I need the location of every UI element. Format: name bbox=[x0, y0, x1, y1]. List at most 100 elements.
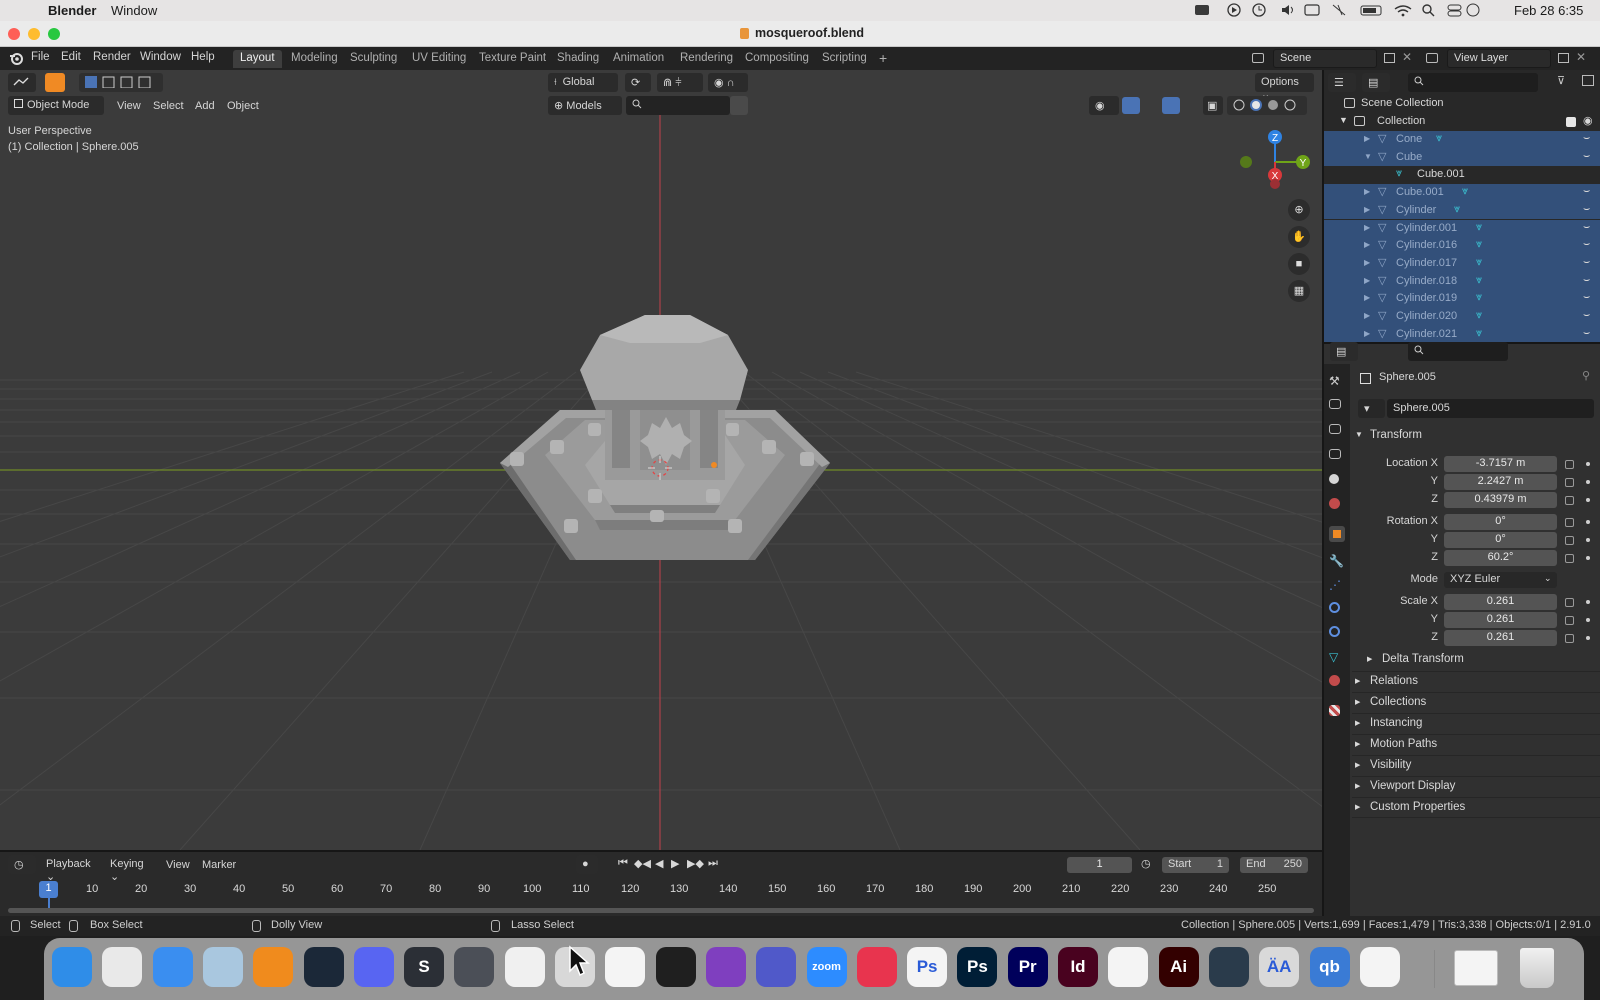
discord-app[interactable] bbox=[353, 947, 394, 987]
photoshop-app[interactable]: Ps bbox=[957, 947, 998, 987]
tab-rendering[interactable]: Rendering bbox=[673, 50, 740, 68]
modifier-tab-icon[interactable]: 🔧 bbox=[1329, 554, 1345, 570]
menu-file[interactable]: File bbox=[31, 51, 50, 63]
proportional-editing-toggle[interactable]: ◉ ∩ bbox=[708, 73, 748, 92]
expand-arrow-icon[interactable]: ▶ bbox=[1364, 240, 1370, 249]
location-z-field[interactable]: 0.43979 m bbox=[1444, 492, 1557, 508]
keyframe-dot-icon[interactable] bbox=[1586, 600, 1590, 604]
navigation-gizmo[interactable]: Z Y X bbox=[1232, 128, 1312, 198]
scale-y-field[interactable]: 0.261 bbox=[1444, 612, 1557, 628]
timeline-editor-type-button[interactable]: ◷ bbox=[8, 855, 36, 874]
outliner-panel[interactable]: ☰ ▤ ⊽ Scene Collection ▼ Collection ◉ ▶ … bbox=[1322, 70, 1600, 342]
qbittorrent-app[interactable]: qb bbox=[1309, 947, 1350, 987]
keyframe-dot-icon[interactable] bbox=[1586, 520, 1590, 524]
tab-sculpting[interactable]: Sculpting bbox=[343, 50, 404, 68]
close-window-button[interactable] bbox=[8, 28, 20, 40]
outliner-item-row[interactable]: ▶ ▽ Cube.001 ⩔ ⌣ bbox=[1324, 184, 1600, 202]
gizmo-toggle[interactable] bbox=[1122, 97, 1140, 114]
hide-eye-icon[interactable]: ⌣ bbox=[1583, 327, 1590, 340]
tool-tab-icon[interactable]: ⚒ bbox=[1329, 374, 1345, 390]
photoshop-express-app[interactable]: Ps bbox=[907, 947, 948, 987]
scene-icon[interactable] bbox=[1252, 53, 1264, 63]
selection-mode-buttons[interactable] bbox=[79, 73, 163, 92]
properties-search-input[interactable] bbox=[1408, 342, 1508, 361]
hide-eye-icon[interactable]: ⌣ bbox=[1583, 185, 1590, 198]
hide-eye-icon[interactable]: ⌣ bbox=[1583, 274, 1590, 287]
properties-panel[interactable]: ▤ ⚒ 🔧 ⋰ ▽ Sphere.005 ⚲ ▾ Sphere.005 ▼ Tr… bbox=[1322, 342, 1600, 916]
tab-layout[interactable]: Layout bbox=[233, 50, 282, 68]
timeline-frame-ruler[interactable]: 1 10 20 30 40 50 60 70 80 90 100 110 120… bbox=[0, 880, 1322, 902]
relations-panel-header[interactable]: ▶ Relations bbox=[1352, 671, 1600, 692]
collapse-arrow-icon[interactable]: ▼ bbox=[1339, 115, 1348, 125]
font-book-app[interactable]: ÄA bbox=[1259, 947, 1300, 987]
launchpad-app[interactable] bbox=[102, 947, 143, 987]
perspective-toggle-icon[interactable]: ▦ bbox=[1288, 280, 1310, 302]
keyframe-dot-icon[interactable] bbox=[1586, 636, 1590, 640]
outliner-collection-row[interactable]: ▼ Collection ◉ bbox=[1324, 113, 1600, 131]
filter-icon[interactable]: ⊽ bbox=[1557, 74, 1565, 87]
collections-panel-header[interactable]: ▶ Collections bbox=[1352, 692, 1600, 713]
keying-menu[interactable]: Keying ⌄ bbox=[104, 855, 158, 883]
visibility-panel-header[interactable]: ▶ Visibility bbox=[1352, 755, 1600, 776]
expand-arrow-icon[interactable]: ▶ bbox=[1364, 223, 1370, 232]
tab-shading[interactable]: Shading bbox=[550, 50, 606, 68]
editor-type-button[interactable] bbox=[8, 73, 36, 92]
outliner-editor-type-button[interactable]: ☰ bbox=[1328, 73, 1356, 92]
transform-panel-header[interactable]: ▼ Transform bbox=[1352, 426, 1600, 447]
delta-transform-subpanel[interactable]: ▶ Delta Transform bbox=[1364, 650, 1600, 671]
viewport-menu-add[interactable]: Add bbox=[195, 100, 215, 112]
unity-app[interactable] bbox=[454, 947, 495, 987]
tab-compositing[interactable]: Compositing bbox=[738, 50, 816, 68]
pin-icon[interactable]: ⚲ bbox=[1582, 369, 1590, 382]
viewport-menu-object[interactable]: Object bbox=[227, 100, 259, 112]
outliner-search-input[interactable] bbox=[1408, 73, 1538, 92]
remove-view-layer-icon[interactable]: ✕ bbox=[1576, 50, 1586, 64]
collapse-arrow-icon[interactable]: ▼ bbox=[1364, 152, 1372, 161]
scene-tab-icon[interactable] bbox=[1329, 474, 1339, 484]
record-button[interactable]: ● bbox=[576, 855, 598, 874]
timeline-scrollbar[interactable] bbox=[8, 908, 1314, 913]
jump-to-start-icon[interactable]: ⏮ bbox=[618, 857, 628, 870]
menu-render[interactable]: Render bbox=[93, 51, 131, 63]
pan-view-icon[interactable]: ✋ bbox=[1288, 226, 1310, 248]
menu-edit[interactable]: Edit bbox=[61, 51, 81, 63]
blender-logo-icon[interactable] bbox=[9, 52, 23, 65]
preview-app[interactable] bbox=[202, 947, 243, 987]
github-app[interactable] bbox=[705, 947, 746, 987]
outliner-item-row[interactable]: ▼ ▽ Cube ⌣ bbox=[1324, 148, 1600, 167]
zoom-window-button[interactable] bbox=[48, 28, 60, 40]
zoom-view-icon[interactable]: ⊕ bbox=[1288, 199, 1310, 221]
collection-filter-dropdown[interactable]: ⊕ Models bbox=[548, 96, 622, 115]
expand-arrow-icon[interactable]: ▶ bbox=[1364, 311, 1370, 320]
lock-icon[interactable] bbox=[1565, 634, 1574, 643]
new-scene-icon[interactable] bbox=[1384, 53, 1395, 63]
motion-paths-panel-header[interactable]: ▶ Motion Paths bbox=[1352, 734, 1600, 755]
scale-z-field[interactable]: 0.261 bbox=[1444, 630, 1557, 646]
outliner-item-row[interactable]: ▶ ▽ Cone ⩔ ⌣ bbox=[1324, 131, 1600, 149]
hide-eye-icon[interactable]: ⌣ bbox=[1583, 238, 1590, 251]
exclude-checkbox[interactable] bbox=[1566, 117, 1576, 127]
unity-hub-app[interactable] bbox=[655, 947, 696, 987]
outliner-item-row[interactable]: ▶ ▽ Cylinder ⩔ ⌣ bbox=[1324, 201, 1600, 220]
texture-tab-icon[interactable] bbox=[1329, 705, 1340, 716]
render-tab-icon[interactable] bbox=[1329, 399, 1341, 409]
vscode-app[interactable] bbox=[605, 947, 646, 987]
lock-icon[interactable] bbox=[1565, 460, 1574, 469]
chrome-app[interactable] bbox=[1359, 947, 1400, 987]
rotation-y-field[interactable]: 0° bbox=[1444, 532, 1557, 548]
rotation-z-field[interactable]: 60.2° bbox=[1444, 550, 1557, 566]
hide-eye-icon[interactable]: ⌣ bbox=[1583, 309, 1590, 322]
jump-to-end-icon[interactable]: ⏭ bbox=[708, 857, 718, 870]
object-name-field[interactable]: Sphere.005 bbox=[1387, 399, 1594, 418]
hide-eye-icon[interactable]: ⌣ bbox=[1583, 132, 1590, 145]
view-layer-field[interactable]: View Layer bbox=[1447, 49, 1551, 68]
scale-x-field[interactable]: 0.261 bbox=[1444, 594, 1557, 610]
xray-toggle[interactable]: ▣ bbox=[1203, 96, 1223, 115]
visibility-eye-icon[interactable]: ◉ bbox=[1583, 114, 1593, 127]
keyframe-dot-icon[interactable] bbox=[1586, 538, 1590, 542]
object-mode-dropdown[interactable]: Object Mode bbox=[8, 96, 104, 115]
3d-cursor-icon[interactable] bbox=[647, 455, 673, 481]
premiere-app[interactable]: Pr bbox=[1007, 947, 1048, 987]
creative-cloud-app[interactable] bbox=[856, 947, 897, 987]
location-x-field[interactable]: -3.7157 m bbox=[1444, 456, 1557, 472]
